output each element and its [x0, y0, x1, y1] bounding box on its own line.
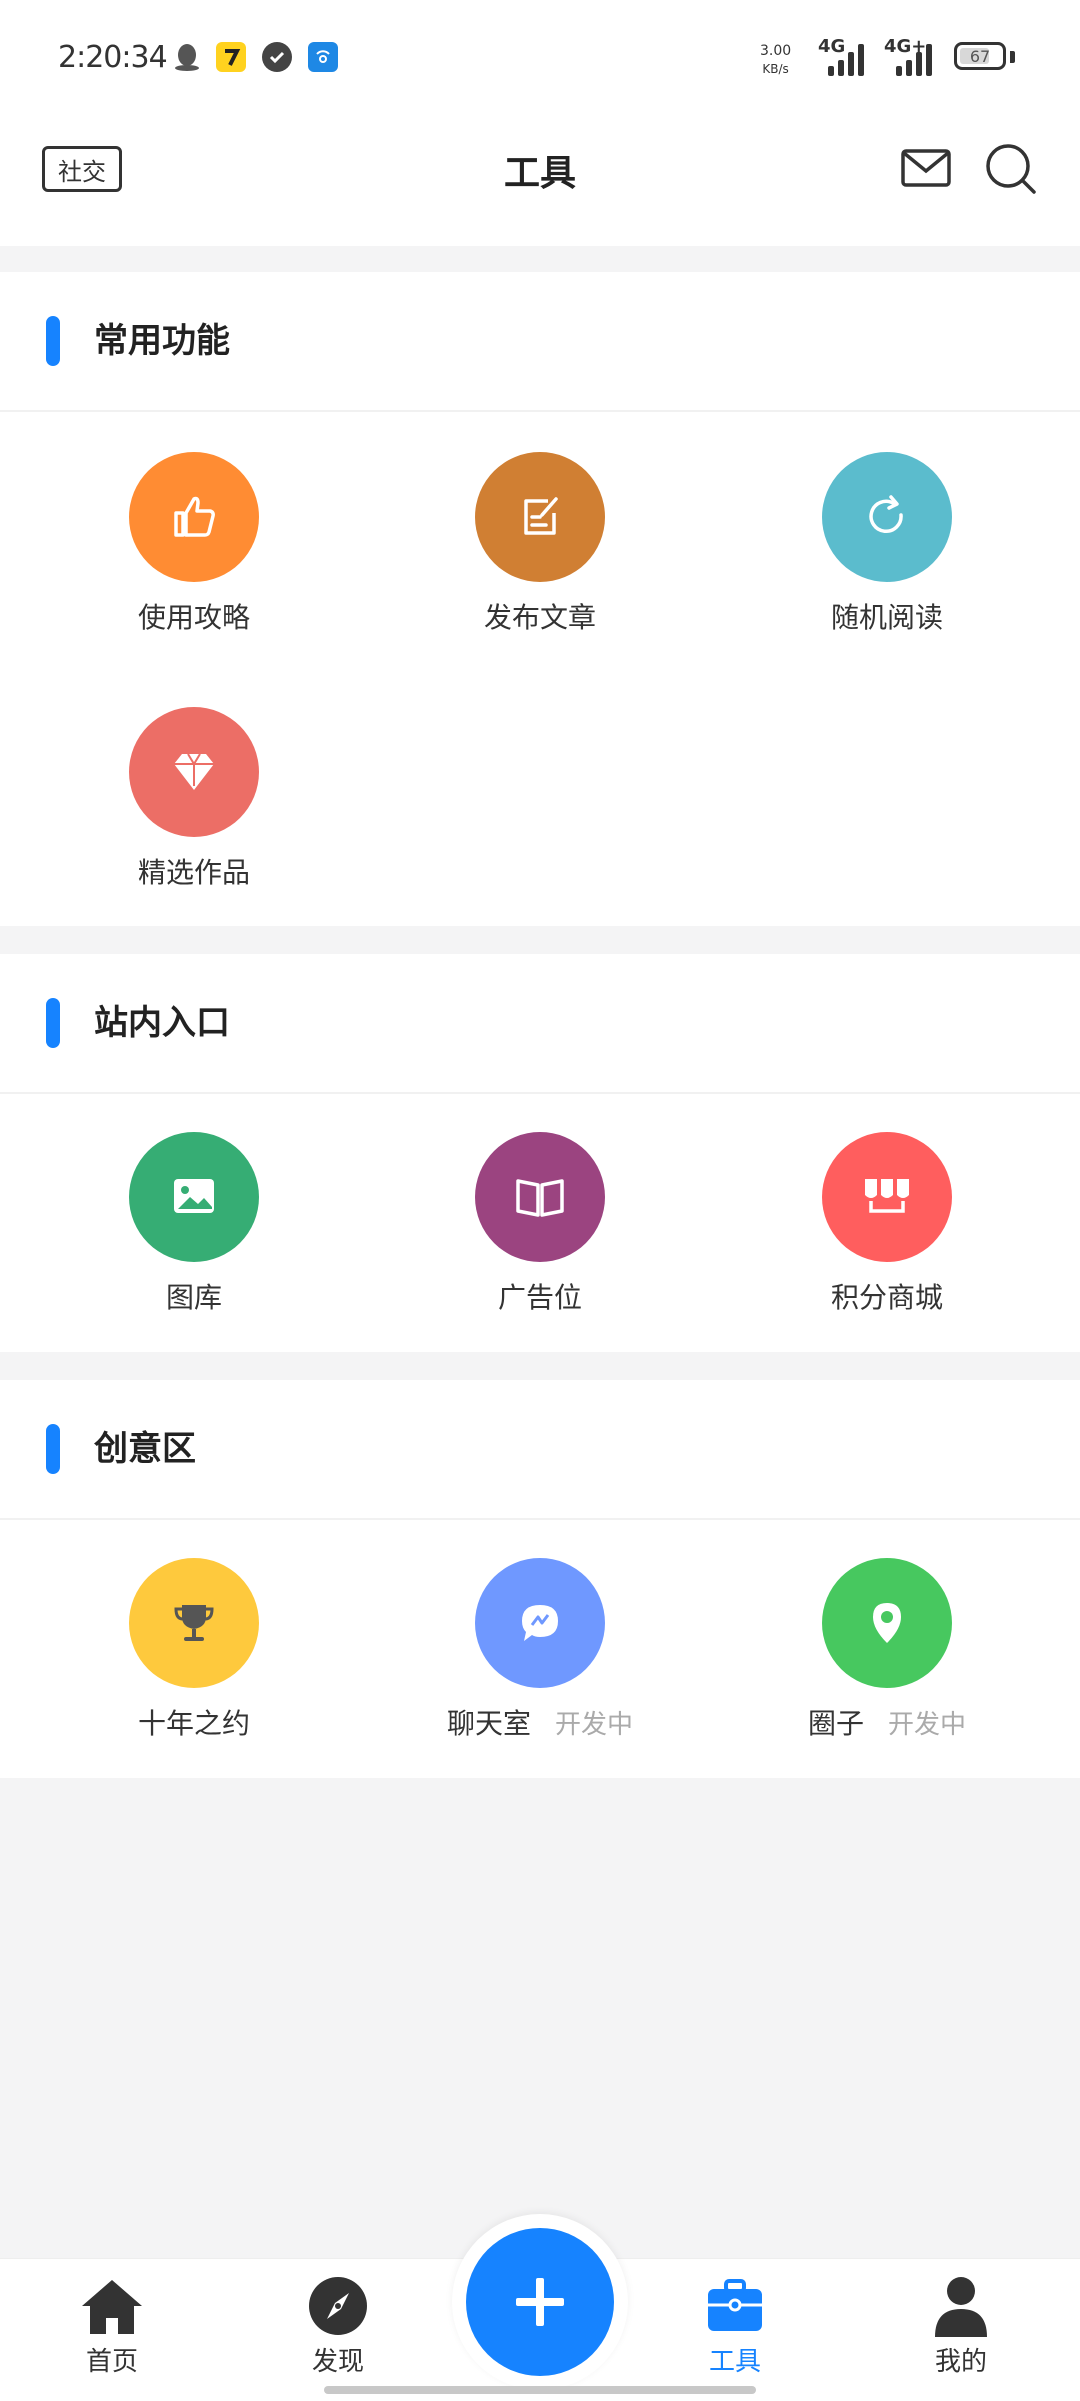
- section-creative-zone: 创意区 十年之约 聊天室 开发中 圈子 开发中: [0, 1380, 1080, 1778]
- shop-awning-icon: [822, 1132, 952, 1262]
- section-title: 创意区: [94, 1429, 196, 1469]
- tab-label: 首页: [85, 2347, 138, 2377]
- check-circle-icon: [262, 42, 292, 72]
- battery-icon: 67: [954, 42, 1006, 70]
- speed-unit: KB/s: [762, 62, 789, 76]
- tile-label-text: 聊天室: [446, 1707, 531, 1740]
- tab-tools[interactable]: 工具: [665, 2273, 805, 2378]
- tab-label: 发现: [311, 2347, 364, 2377]
- tile-label: 图库: [165, 1281, 222, 1314]
- mail-icon[interactable]: [900, 146, 952, 190]
- compass-icon: [303, 2273, 373, 2339]
- app-badge-icon: [216, 42, 246, 72]
- user-icon: [926, 2273, 996, 2339]
- tool-points-mall[interactable]: 积分商城: [737, 1132, 1037, 1316]
- tool-guide[interactable]: 使用攻略: [44, 452, 344, 636]
- add-button[interactable]: [466, 2228, 614, 2376]
- tile-label: 发布文章: [483, 601, 596, 634]
- tile-label: 聊天室 开发中: [390, 1702, 690, 1742]
- qq-icon: [172, 42, 202, 72]
- section-accent-bar: [46, 316, 60, 366]
- section-site-entrance: 站内入口 图库 广告位 积分商城: [0, 954, 1080, 1352]
- tool-featured-works[interactable]: 精选作品: [44, 707, 344, 891]
- tile-label: 随机阅读: [830, 601, 943, 634]
- tool-ad-slot[interactable]: 广告位: [390, 1132, 690, 1316]
- tab-label: 我的: [934, 2347, 987, 2377]
- signal-icon-1: [828, 42, 864, 76]
- section-accent-bar: [46, 998, 60, 1048]
- tile-label: 精选作品: [137, 856, 250, 889]
- section-header: 常用功能: [0, 272, 1080, 412]
- edit-document-icon: [475, 452, 605, 582]
- dev-status: 开发中: [555, 1710, 634, 1740]
- tab-label: 工具: [708, 2347, 761, 2377]
- tool-gallery[interactable]: 图库: [44, 1132, 344, 1316]
- plus-icon: [516, 2278, 564, 2326]
- tool-random-read[interactable]: 随机阅读: [737, 452, 1037, 636]
- section-title: 站内入口: [94, 1003, 230, 1043]
- section-common-functions: 常用功能 使用攻略 发布文章 随机阅读 精选作品: [0, 272, 1080, 926]
- tile-label: 圈子 开发中: [737, 1702, 1037, 1742]
- app-header: 社交 工具: [0, 118, 1080, 246]
- status-time: 2:20:34: [58, 40, 168, 75]
- location-pin-icon: [822, 1558, 952, 1688]
- battery-level: 67: [969, 46, 991, 66]
- section-header: 创意区: [0, 1380, 1080, 1520]
- speed-value: 3.00: [760, 43, 792, 59]
- tile-label: 广告位: [497, 1281, 582, 1314]
- tile-label: 使用攻略: [137, 601, 250, 634]
- section-accent-bar: [46, 1424, 60, 1474]
- trophy-icon: [129, 1558, 259, 1688]
- refresh-icon: [822, 452, 952, 582]
- tab-mine[interactable]: 我的: [891, 2273, 1031, 2378]
- tab-discover[interactable]: 发现: [268, 2273, 408, 2378]
- tab-home[interactable]: 首页: [42, 2273, 182, 2378]
- tool-ten-year-pact[interactable]: 十年之约: [44, 1558, 344, 1742]
- tool-publish-article[interactable]: 发布文章: [390, 452, 690, 636]
- section-title: 常用功能: [94, 321, 230, 361]
- network-speed: 3.00 KB/s: [760, 42, 791, 78]
- image-icon: [129, 1132, 259, 1262]
- chat-bubble-icon: [475, 1558, 605, 1688]
- tile-label-text: 圈子: [807, 1707, 864, 1740]
- tile-label: 积分商城: [830, 1281, 943, 1314]
- toolbox-icon: [700, 2273, 770, 2339]
- home-indicator: [324, 2386, 756, 2394]
- dev-status: 开发中: [888, 1710, 967, 1740]
- home-icon: [77, 2273, 147, 2339]
- diamond-icon: [129, 707, 259, 837]
- thumbs-up-icon: [129, 452, 259, 582]
- hotspot-icon: [308, 42, 338, 72]
- search-icon[interactable]: [984, 142, 1038, 196]
- battery-tip: [1010, 51, 1015, 63]
- tool-chat-room[interactable]: 聊天室 开发中: [390, 1558, 690, 1742]
- signal-icon-2: [896, 42, 932, 76]
- open-book-icon: [475, 1132, 605, 1262]
- status-bar: 2:20:34 3.00 KB/s 4G 4G+ 67: [0, 0, 1080, 118]
- section-header: 站内入口: [0, 954, 1080, 1094]
- tool-circle[interactable]: 圈子 开发中: [737, 1558, 1037, 1742]
- tile-label: 十年之约: [137, 1707, 250, 1740]
